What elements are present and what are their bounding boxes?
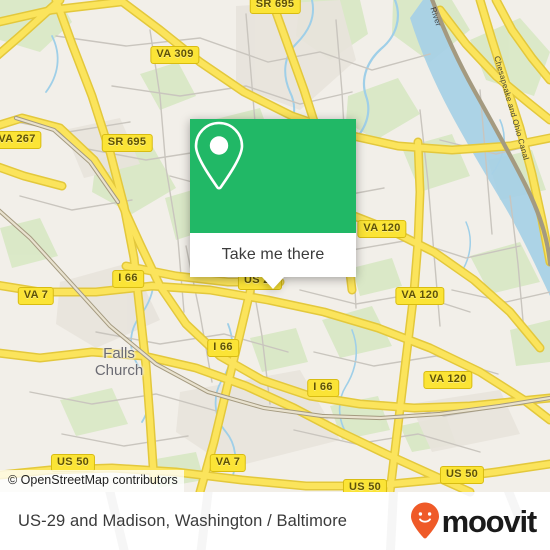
shield-i-66-mid[interactable]: I 66 [207,339,239,357]
take-me-there-button[interactable]: Take me there [190,233,356,277]
shield-va-7-low[interactable]: VA 7 [209,454,247,472]
shield-i-66-left[interactable]: I 66 [112,270,144,288]
shield-va-7-left[interactable]: VA 7 [17,287,55,305]
location-popup-card[interactable]: Take me there [190,119,356,289]
moovit-map-screen: River Chesapeake and Ohio Canal Falls Ch… [0,0,550,550]
shield-va-267[interactable]: VA 267 [0,131,42,149]
map-pin-icon [194,121,244,190]
moovit-brand[interactable]: moovit [409,501,538,541]
map-canvas[interactable]: River Chesapeake and Ohio Canal Falls Ch… [0,0,550,492]
shield-us-50-mid[interactable]: US 50 [342,479,388,492]
shield-va-309[interactable]: VA 309 [150,46,200,64]
shield-us-50-right[interactable]: US 50 [439,466,485,484]
shield-va-120-top[interactable]: VA 120 [357,220,407,238]
popup-pointer-tip [262,277,284,289]
moovit-smiley-pin-icon [410,502,439,539]
shield-sr-695-left[interactable]: SR 695 [101,134,153,152]
moovit-wordmark: moovit [441,503,538,539]
shield-va-120-mid[interactable]: VA 120 [395,287,445,305]
shield-sr-695-top[interactable]: SR 695 [249,0,301,14]
take-me-there-label: Take me there [221,246,325,263]
shield-va-120-low[interactable]: VA 120 [423,371,473,389]
shield-i-66-low[interactable]: I 66 [307,379,339,397]
footer-location-title: US-29 and Madison, Washington / Baltimor… [18,511,348,530]
footer-bar: US-29 and Madison, Washington / Baltimor… [0,492,550,550]
popup-icon-area [190,119,356,233]
map-attribution[interactable]: © OpenStreetMap contributors [0,470,184,492]
